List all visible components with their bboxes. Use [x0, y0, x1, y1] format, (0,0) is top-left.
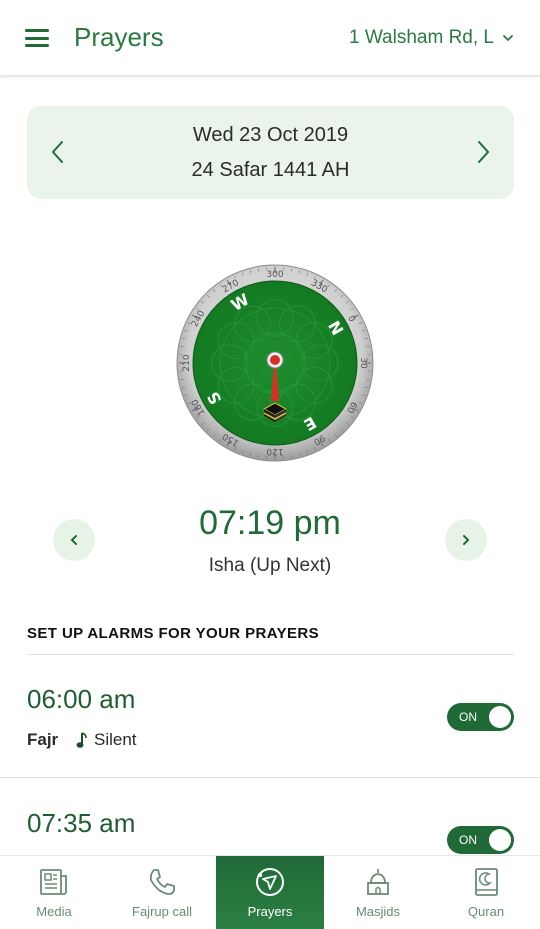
chevron-down-icon: [503, 35, 513, 42]
alarm-sound-label: Silent: [94, 730, 137, 749]
alarm-toggle[interactable]: ON: [447, 703, 514, 731]
hijri-date: 24 Safar 1441 AH: [191, 159, 350, 181]
toggle-knob: [489, 706, 511, 728]
nav-item-quran[interactable]: Quran: [432, 856, 540, 929]
nav-label: Prayers: [247, 904, 293, 919]
nav-item-masjids[interactable]: Masjids: [324, 856, 432, 929]
nav-item-prayers[interactable]: Prayers: [216, 856, 324, 929]
nav-label: Media: [36, 904, 72, 919]
divider: [0, 777, 540, 778]
alarm-time: 06:00 am: [27, 684, 136, 714]
toggle-state-label: ON: [459, 710, 477, 724]
music-note-icon: [76, 732, 87, 748]
gregorian-date: Wed 23 Oct 2019: [192, 124, 349, 146]
alarm-time: 07:35 am: [27, 808, 136, 838]
compass-degree-label: 120: [266, 446, 283, 456]
nav-label: Fajrup call: [132, 904, 192, 919]
next-day-button[interactable]: [468, 138, 496, 166]
alarm-sound-selector[interactable]: Silent: [76, 730, 137, 750]
qibla-compass: 3003300306090120150180210240270 NESW: [176, 264, 374, 462]
alarm-toggle[interactable]: ON: [447, 826, 514, 854]
next-prayer-button[interactable]: [445, 519, 487, 561]
divider: [27, 654, 514, 655]
page-title: Prayers: [74, 22, 164, 52]
toggle-knob: [489, 829, 511, 851]
hamburger-menu-icon[interactable]: [25, 29, 49, 47]
nav-item-media[interactable]: Media: [0, 856, 108, 929]
toggle-state-label: ON: [459, 833, 477, 847]
alarms-heading: SET UP ALARMS FOR YOUR PRAYERS: [27, 625, 320, 642]
location-selector[interactable]: 1 Walsham Rd, L: [349, 27, 514, 49]
compass-degree-label: 210: [182, 354, 192, 371]
compass-degree-label: 30: [358, 357, 368, 369]
quran-icon: [475, 868, 498, 896]
nav-item-fajrup-call[interactable]: Fajrup call: [108, 856, 216, 929]
nav-label: Masjids: [355, 904, 401, 919]
phone-icon: [149, 869, 175, 895]
alarm-prayer-name: Fajr: [27, 730, 59, 749]
location-label: 1 Walsham Rd, L: [348, 27, 494, 48]
date-selector: Wed 23 Oct 2019 24 Safar 1441 AH: [27, 106, 514, 199]
compass-icon: [256, 868, 284, 896]
chevron-right-icon: [463, 535, 470, 545]
nav-label: Quran: [467, 904, 505, 919]
bottom-navigation: Media Fajrup call Prayers Masjids Quran: [0, 855, 540, 929]
app-bar: Prayers 1 Walsham Rd, L: [0, 0, 540, 75]
mosque-icon: [367, 869, 389, 895]
newspaper-icon: [40, 869, 67, 895]
compass-degree-label: 300: [266, 270, 283, 280]
